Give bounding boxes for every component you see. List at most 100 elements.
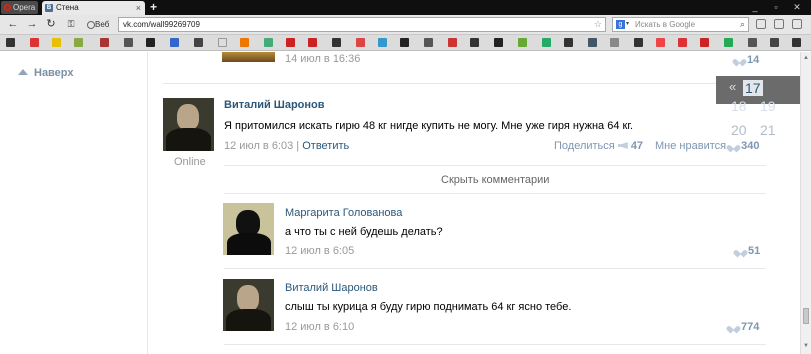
comment-time[interactable]: 12 июл в 6:05 xyxy=(285,245,354,257)
bookmark-icon[interactable] xyxy=(264,38,273,47)
bookmark-icon[interactable] xyxy=(588,38,597,47)
calendar-day[interactable]: 20 xyxy=(731,122,747,138)
address-bar[interactable]: vk.com/wall99269709 ☆ xyxy=(118,17,606,32)
bookmark-icon[interactable] xyxy=(564,38,573,47)
bookmark-icon[interactable] xyxy=(332,38,341,47)
maximize-button[interactable]: ▫ xyxy=(766,0,786,15)
key-icon[interactable]: ⚿ xyxy=(64,17,78,31)
bookmark-icon[interactable] xyxy=(748,38,757,47)
new-tab-button[interactable]: + xyxy=(150,0,157,15)
like-button[interactable]: Мне нравится 340 xyxy=(655,140,760,152)
bookmark-icon[interactable] xyxy=(170,38,179,47)
web-button[interactable]: Веб xyxy=(86,17,116,32)
bookmark-icon[interactable] xyxy=(240,38,249,47)
bookmark-icon[interactable] xyxy=(542,38,551,47)
bookmark-icon[interactable] xyxy=(124,38,133,47)
comment-author[interactable]: Виталий Шаронов xyxy=(285,282,378,294)
calendar-day[interactable]: 19 xyxy=(760,98,776,114)
google-icon: g xyxy=(616,20,625,29)
page-scrollbar[interactable]: ▲ ▼ xyxy=(800,52,811,354)
bookmark-icon[interactable] xyxy=(610,38,619,47)
bookmark-icon[interactable] xyxy=(634,38,643,47)
avatar[interactable] xyxy=(223,203,274,255)
avatar[interactable] xyxy=(222,52,275,62)
bookmark-icon[interactable] xyxy=(30,38,39,47)
bookmark-icon[interactable] xyxy=(378,38,387,47)
date-navigator: « 17 18 19 20 21 xyxy=(716,76,800,138)
bookmark-icon[interactable] xyxy=(308,38,317,47)
bookmark-icon[interactable] xyxy=(52,38,61,47)
reload-icon[interactable]: ↻ xyxy=(44,17,58,31)
bookmark-icon[interactable] xyxy=(74,38,83,47)
online-status: Online xyxy=(174,156,206,168)
post-time[interactable]: 14 июл в 16:36 xyxy=(285,53,360,65)
extension-icon[interactable] xyxy=(792,19,802,29)
post-text: Я притомился искать гирю 48 кг нигде куп… xyxy=(224,120,634,132)
post-time[interactable]: 12 июл в 6:03 xyxy=(224,140,293,152)
like-button[interactable]: 51 xyxy=(736,245,760,257)
bookmark-icon[interactable] xyxy=(194,38,203,47)
divider xyxy=(224,165,766,166)
avatar[interactable] xyxy=(163,98,214,151)
back-icon[interactable]: ← xyxy=(6,17,20,31)
opera-menu-button[interactable]: Opera xyxy=(1,1,38,14)
browser-tab-bar: Opera В Стена × + _ ▫ ✕ xyxy=(0,0,811,15)
reply-link[interactable]: Ответить xyxy=(302,140,349,152)
scrollbar-thumb[interactable] xyxy=(803,308,809,324)
bookmark-icon[interactable] xyxy=(518,38,527,47)
like-button[interactable]: 774 xyxy=(729,321,759,333)
bookmark-icon[interactable] xyxy=(470,38,479,47)
scroll-up-link[interactable]: Наверх xyxy=(18,67,74,79)
comment-author[interactable]: Маргарита Голованова xyxy=(285,207,402,219)
close-window-button[interactable]: ✕ xyxy=(787,0,807,15)
extension-icon[interactable] xyxy=(774,19,784,29)
search-icon[interactable]: ⌕ xyxy=(740,18,745,31)
scroll-down-icon[interactable]: ▼ xyxy=(802,342,810,350)
bookmark-icon[interactable] xyxy=(356,38,365,47)
avatar[interactable] xyxy=(223,279,274,331)
prev-arrow[interactable]: « xyxy=(729,79,736,94)
star-icon[interactable]: ☆ xyxy=(594,18,602,31)
heart-icon xyxy=(729,323,738,331)
bookmark-icon[interactable] xyxy=(494,38,503,47)
bookmark-icon[interactable] xyxy=(6,38,15,47)
bookmark-icon[interactable] xyxy=(678,38,687,47)
bookmark-icon[interactable] xyxy=(424,38,433,47)
scroll-up-icon[interactable]: ▲ xyxy=(802,54,810,62)
divider xyxy=(163,83,766,84)
share-button[interactable]: Поделиться 47 xyxy=(554,140,643,152)
hide-comments-link[interactable]: Скрыть комментарии xyxy=(441,174,549,186)
bookmark-icon[interactable] xyxy=(146,38,155,47)
divider xyxy=(224,193,766,194)
bookmark-icon[interactable] xyxy=(700,38,709,47)
opera-logo-icon xyxy=(4,4,11,11)
calendar-day[interactable]: 17 xyxy=(743,80,763,96)
calendar-day[interactable]: 18 xyxy=(731,98,747,114)
page-content: Наверх 14 июл в 16:36 14 Online Виталий … xyxy=(0,52,800,354)
calendar-day[interactable]: 21 xyxy=(760,122,776,138)
bookmark-icon[interactable] xyxy=(792,38,801,47)
url-text: vk.com/wall99269709 xyxy=(123,20,200,29)
post-author[interactable]: Виталий Шаронов xyxy=(224,99,325,111)
bookmark-icon[interactable] xyxy=(656,38,665,47)
minimize-button[interactable]: _ xyxy=(745,0,765,15)
like-button[interactable]: 14 xyxy=(735,54,759,66)
bookmark-icon[interactable] xyxy=(770,38,779,47)
comment-time[interactable]: 12 июл в 6:10 xyxy=(285,321,354,333)
tab-wall[interactable]: В Стена × xyxy=(42,1,145,15)
tab-title: Стена xyxy=(56,3,79,12)
search-input[interactable]: g ▾ Искать в Google ⌕ xyxy=(612,17,749,32)
bookmark-icon[interactable] xyxy=(724,38,733,47)
bookmark-icon[interactable] xyxy=(448,38,457,47)
extension-icon[interactable] xyxy=(756,19,766,29)
bookmark-icon[interactable] xyxy=(400,38,409,47)
chevron-down-icon[interactable]: ▾ xyxy=(626,18,629,31)
close-tab-icon[interactable]: × xyxy=(136,1,141,15)
bookmark-icon[interactable] xyxy=(218,38,227,47)
forward-icon[interactable]: → xyxy=(25,17,39,31)
up-arrow-icon xyxy=(18,69,28,75)
vk-favicon-icon: В xyxy=(45,4,53,12)
bookmark-icon[interactable] xyxy=(100,38,109,47)
share-count: 47 xyxy=(630,140,644,152)
bookmark-icon[interactable] xyxy=(286,38,295,47)
